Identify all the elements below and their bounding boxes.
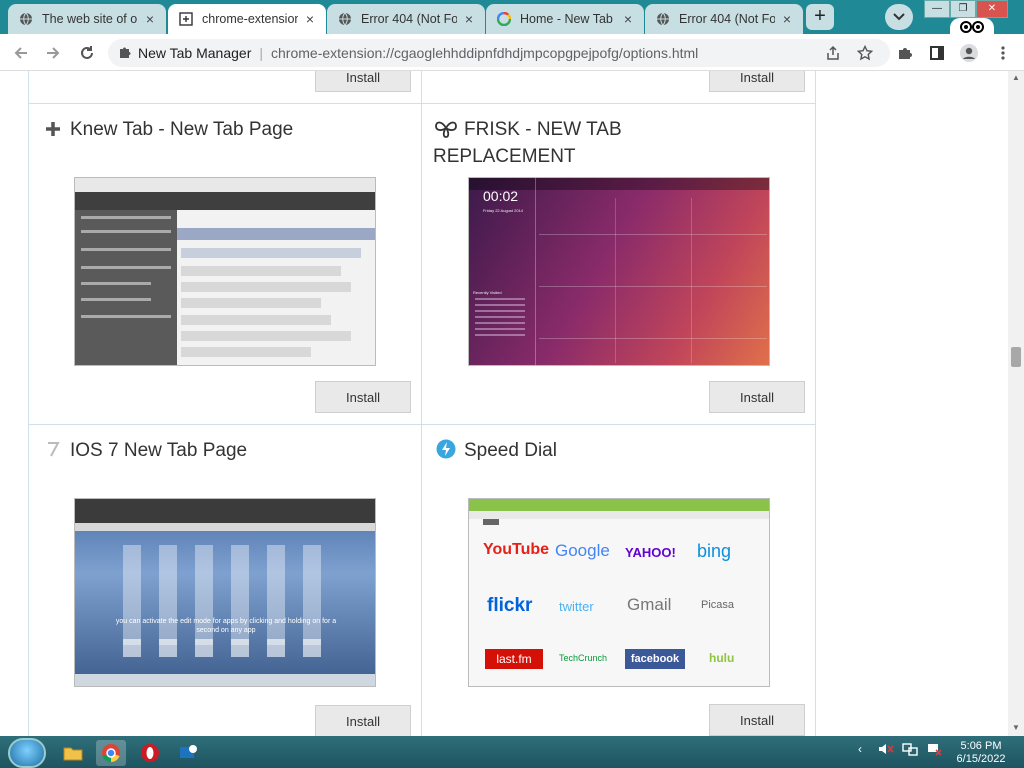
- tray-chevron-icon[interactable]: ‹: [858, 742, 862, 756]
- opera-icon[interactable]: [135, 740, 165, 766]
- back-arrow-icon[interactable]: [10, 42, 32, 64]
- close-icon[interactable]: ×: [779, 11, 795, 27]
- tile-gmail: Gmail: [627, 595, 672, 614]
- forward-arrow-icon[interactable]: [42, 42, 64, 64]
- action-center-icon[interactable]: [926, 742, 942, 759]
- start-button[interactable]: [8, 738, 46, 768]
- scroll-up-icon[interactable]: ▲: [1011, 73, 1021, 83]
- chevron-down-icon: [893, 13, 905, 21]
- new-tab-button[interactable]: +: [806, 4, 834, 30]
- install-button[interactable]: Install: [315, 705, 411, 736]
- taskbar-clock[interactable]: 5:06 PM 6/15/2022: [948, 740, 1014, 766]
- messenger-icon[interactable]: [173, 740, 203, 766]
- tab-title: Home - New Tab: [520, 12, 613, 26]
- tab-title: The web site of o: [42, 12, 138, 26]
- profile-icon[interactable]: [958, 42, 980, 64]
- maximize-button[interactable]: ❐: [950, 0, 976, 18]
- grid-divider: [28, 71, 29, 736]
- seven-icon: [43, 439, 63, 459]
- grid-divider: [28, 424, 816, 425]
- tile-hulu: hulu: [709, 651, 735, 665]
- bookmark-star-icon[interactable]: [854, 42, 876, 64]
- puzzle-icon: [118, 45, 132, 62]
- frisk-recently-visited: Recently Visited: [473, 290, 502, 295]
- clock-date: 6/15/2022: [956, 753, 1006, 765]
- grid-divider: [421, 71, 422, 736]
- ios7-screenshot: you can activate the edit mode for apps …: [74, 498, 376, 687]
- tile-flickr: flickr: [487, 595, 533, 616]
- tab-title: Error 404 (Not Fo: [361, 12, 457, 26]
- card-title: IOS 7 New Tab Page: [70, 440, 248, 461]
- globe-icon: [18, 11, 34, 27]
- frisk-screenshot: 00:02 Friday 22 August 2014 Recently Vis…: [468, 177, 770, 366]
- close-window-button[interactable]: ✕: [976, 0, 1008, 18]
- profile-mascot-icon: [950, 18, 994, 34]
- tab-title: chrome-extension: [202, 12, 298, 26]
- reload-icon[interactable]: [76, 42, 98, 64]
- chrome-taskbar-icon[interactable]: [96, 740, 126, 766]
- network-icon[interactable]: [902, 742, 918, 759]
- close-icon[interactable]: ×: [461, 11, 477, 27]
- close-icon[interactable]: ×: [302, 11, 318, 27]
- grid-divider: [815, 71, 816, 736]
- frisk-date: Friday 22 August 2014: [482, 208, 524, 213]
- file-explorer-icon[interactable]: [58, 740, 88, 766]
- card-title: FRISK - NEW TAB: [464, 119, 622, 140]
- clock-time: 5:06 PM: [960, 740, 1002, 752]
- vertical-scrollbar[interactable]: ▲ ▼: [1008, 71, 1024, 736]
- url-text: chrome-extension://cgaoglehhddipnfdhdjmp…: [271, 45, 699, 61]
- grid-divider: [28, 103, 816, 104]
- frisk-logo-icon: [433, 118, 459, 138]
- install-button[interactable]: Install: [709, 704, 805, 736]
- speed-dial-screenshot: YouTube Google YAHOO! bing flickr twitte…: [468, 498, 770, 687]
- tile-twitter: twitter: [559, 599, 594, 614]
- share-icon[interactable]: [822, 42, 844, 64]
- tab-2[interactable]: chrome-extension ×: [168, 4, 326, 34]
- tile-yahoo: YAHOO!: [625, 545, 676, 560]
- tile-picasa: Picasa: [701, 599, 735, 611]
- globe-icon: [655, 11, 671, 27]
- options-page: Install Install Knew Tab - New Tab Page …: [0, 71, 1008, 736]
- address-bar[interactable]: New Tab Manager | chrome-extension://cga…: [108, 39, 890, 67]
- tile-facebook: facebook: [625, 649, 685, 669]
- tile-bing: bing: [697, 541, 732, 561]
- browser-toolbar: New Tab Manager | chrome-extension://cga…: [0, 34, 1024, 71]
- tab-title: Error 404 (Not Fo: [679, 12, 775, 26]
- plus-icon: [43, 119, 63, 139]
- tab-4[interactable]: Home - New Tab ×: [486, 4, 644, 34]
- scroll-thumb[interactable]: [1011, 347, 1021, 367]
- install-button[interactable]: Install: [315, 71, 411, 92]
- frisk-clock: 00:02: [483, 188, 519, 204]
- card-title: Knew Tab - New Tab Page: [70, 119, 294, 140]
- ios7-tip: you can activate the edit mode for apps …: [115, 618, 337, 634]
- scroll-down-icon[interactable]: ▼: [1011, 723, 1021, 733]
- install-button[interactable]: Install: [709, 381, 805, 413]
- tab-1[interactable]: The web site of o ×: [8, 4, 166, 34]
- volume-muted-icon[interactable]: [878, 742, 894, 759]
- install-button[interactable]: Install: [315, 381, 411, 413]
- tile-google: Google: [555, 541, 610, 560]
- menu-kebab-icon[interactable]: [992, 42, 1014, 64]
- side-panel-icon[interactable]: [926, 42, 948, 64]
- lightning-icon: [436, 439, 456, 459]
- install-button[interactable]: Install: [709, 71, 805, 92]
- site-name: New Tab Manager: [138, 45, 252, 61]
- tile-lastfm: last.fm: [485, 649, 543, 669]
- card-title-continued: REPLACEMENT: [433, 146, 576, 167]
- google-icon: [496, 11, 512, 27]
- tab-search-button[interactable]: [885, 4, 913, 30]
- card-title: Speed Dial: [464, 440, 557, 461]
- tile-youtube: YouTube: [483, 541, 550, 558]
- tile-techcrunch: TechCrunch: [559, 653, 608, 663]
- tab-5[interactable]: Error 404 (Not Fo ×: [645, 4, 803, 34]
- separator: |: [259, 45, 264, 61]
- close-icon[interactable]: ×: [142, 11, 158, 27]
- close-icon[interactable]: ×: [620, 11, 636, 27]
- extensions-icon[interactable]: [894, 42, 916, 64]
- minimize-button[interactable]: —: [924, 0, 950, 18]
- extension-page-icon: [178, 11, 194, 27]
- tab-3[interactable]: Error 404 (Not Fo ×: [327, 4, 485, 34]
- knew-tab-screenshot: [74, 177, 376, 366]
- globe-icon: [337, 11, 353, 27]
